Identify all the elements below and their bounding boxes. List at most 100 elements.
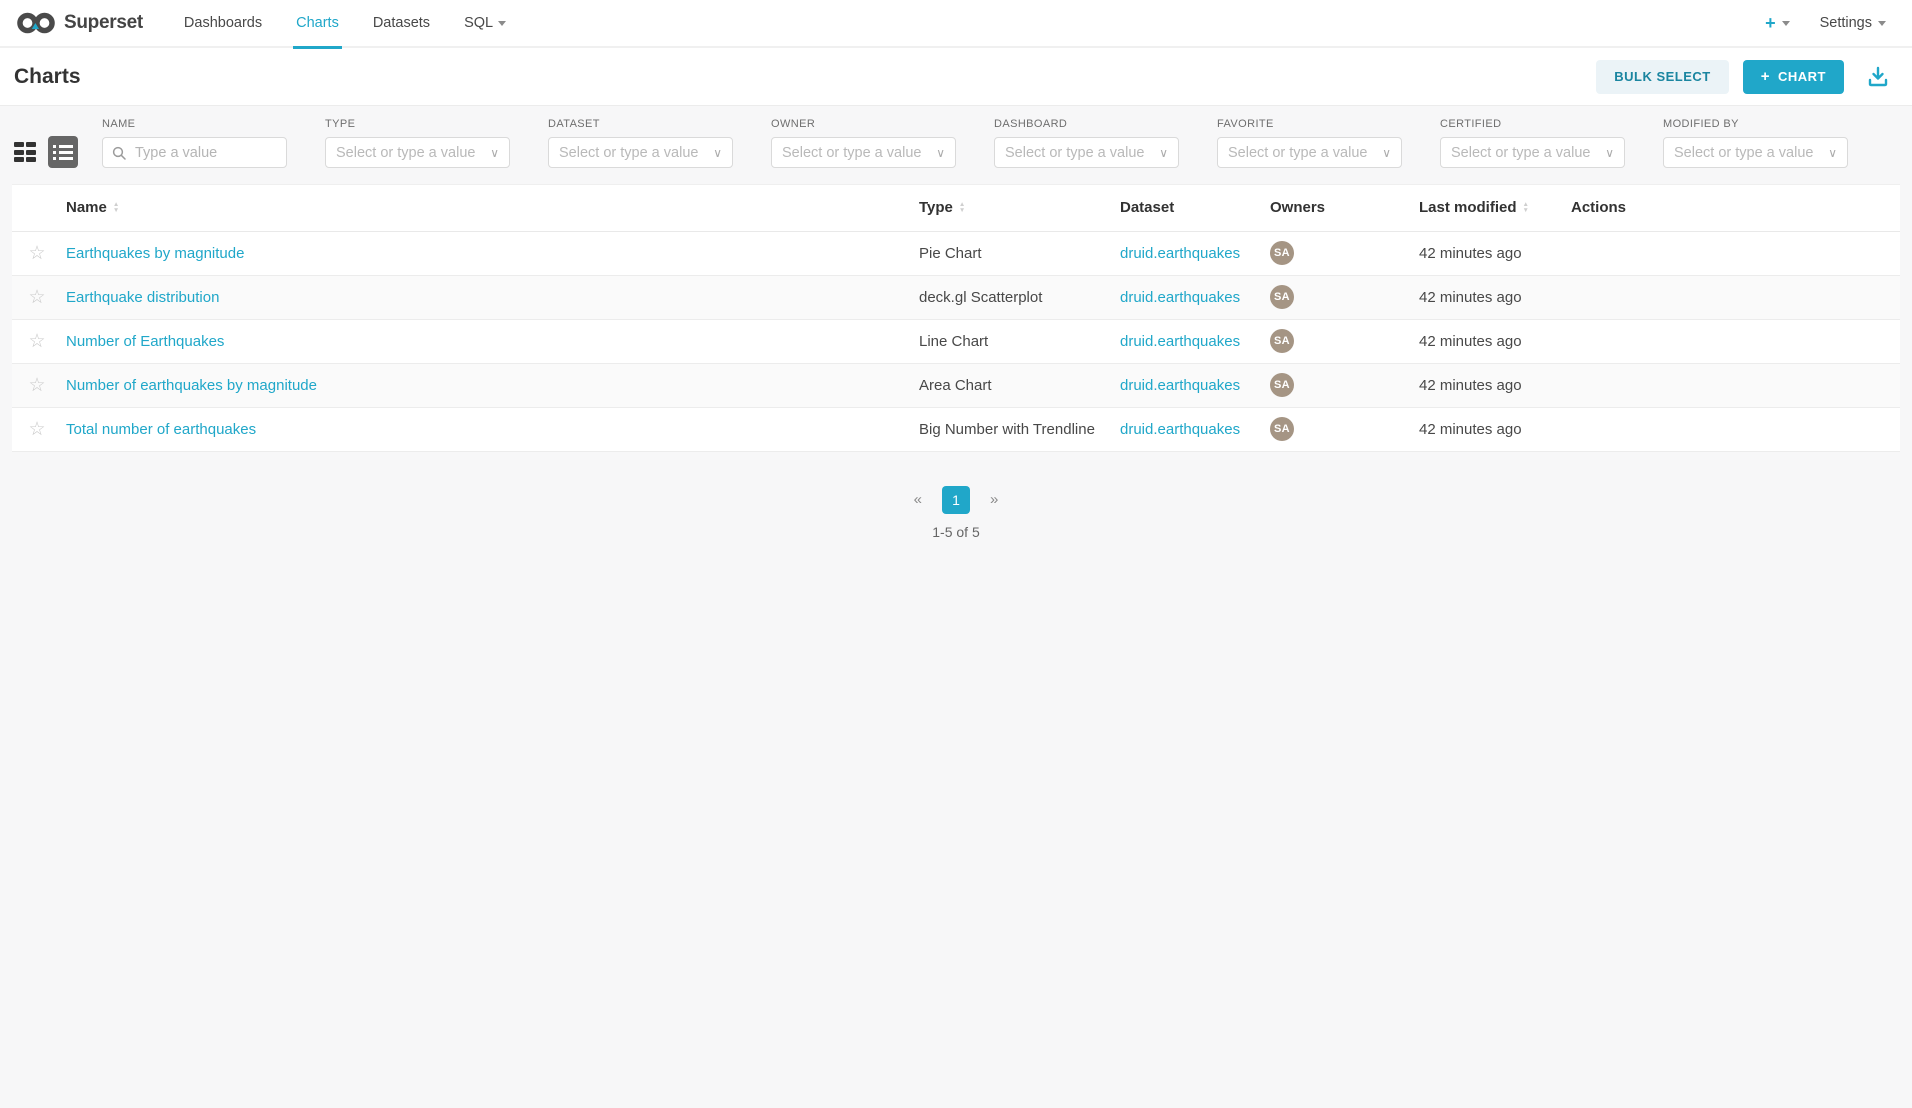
filter-label: OWNER bbox=[771, 118, 956, 130]
table-row: ☆ Number of Earthquakes Line Chart druid… bbox=[12, 319, 1900, 363]
filter-modified-by: MODIFIED BY Select or type a value ∨ bbox=[1663, 118, 1848, 168]
table-row: ☆ Number of earthquakes by magnitude Are… bbox=[12, 363, 1900, 407]
filter-name: NAME bbox=[102, 118, 287, 168]
chart-type-cell: deck.gl Scatterplot bbox=[915, 275, 1116, 319]
favorite-star-icon[interactable]: ☆ bbox=[28, 243, 45, 264]
card-view-toggle[interactable] bbox=[14, 142, 36, 162]
next-page-button[interactable]: » bbox=[984, 487, 1004, 512]
chevron-down-icon: ∨ bbox=[1159, 146, 1168, 160]
dataset-link[interactable]: druid.earthquakes bbox=[1120, 421, 1240, 438]
plus-icon: + bbox=[1761, 68, 1770, 85]
chart-name-link[interactable]: Number of Earthquakes bbox=[66, 333, 224, 350]
owner-avatar[interactable]: SA bbox=[1270, 373, 1294, 397]
chart-name-link[interactable]: Earthquakes by magnitude bbox=[66, 245, 244, 262]
chart-name-link[interactable]: Number of earthquakes by magnitude bbox=[66, 377, 317, 394]
chart-type-cell: Line Chart bbox=[915, 319, 1116, 363]
chevron-down-icon: ∨ bbox=[490, 146, 499, 160]
add-chart-button[interactable]: + CHART bbox=[1743, 60, 1844, 94]
last-modified-cell: 42 minutes ago bbox=[1415, 363, 1567, 407]
owner-avatar[interactable]: SA bbox=[1270, 329, 1294, 353]
actions-cell bbox=[1567, 363, 1900, 407]
actions-cell bbox=[1567, 319, 1900, 363]
nav-item-datasets[interactable]: Datasets bbox=[356, 0, 447, 47]
filter-label: DASHBOARD bbox=[994, 118, 1179, 130]
filter-owner: OWNER Select or type a value ∨ bbox=[771, 118, 956, 168]
dataset-link[interactable]: druid.earthquakes bbox=[1120, 245, 1240, 262]
dashboard-filter-select[interactable]: Select or type a value ∨ bbox=[994, 137, 1179, 168]
filter-label: NAME bbox=[102, 118, 287, 130]
favorite-filter-select[interactable]: Select or type a value ∨ bbox=[1217, 137, 1402, 168]
favorite-star-icon[interactable]: ☆ bbox=[28, 331, 45, 352]
sort-icon: ▲▼ bbox=[113, 202, 119, 213]
column-header-name[interactable]: Name ▲▼ bbox=[62, 185, 915, 231]
superset-logo[interactable]: Superset bbox=[16, 10, 143, 36]
page-number-button[interactable]: 1 bbox=[942, 486, 970, 514]
owner-avatar[interactable]: SA bbox=[1270, 285, 1294, 309]
nav-item-sql[interactable]: SQL bbox=[447, 0, 523, 47]
actions-cell bbox=[1567, 407, 1900, 451]
chevron-down-icon: ∨ bbox=[1828, 146, 1837, 160]
table-row: ☆ Earthquake distribution deck.gl Scatte… bbox=[12, 275, 1900, 319]
owner-filter-select[interactable]: Select or type a value ∨ bbox=[771, 137, 956, 168]
actions-cell bbox=[1567, 231, 1900, 275]
nav-item-dashboards[interactable]: Dashboards bbox=[167, 0, 279, 47]
column-header-last-modified[interactable]: Last modified ▲▼ bbox=[1415, 185, 1567, 231]
nav-menu: Dashboards Charts Datasets SQL bbox=[167, 0, 523, 47]
search-icon bbox=[112, 146, 126, 160]
filter-label: MODIFIED BY bbox=[1663, 118, 1848, 130]
column-header-dataset: Dataset bbox=[1116, 185, 1266, 231]
export-charts-button[interactable] bbox=[1866, 65, 1890, 89]
dataset-filter-select[interactable]: Select or type a value ∨ bbox=[548, 137, 733, 168]
dataset-link[interactable]: druid.earthquakes bbox=[1120, 377, 1240, 394]
list-view-toggle[interactable] bbox=[48, 136, 78, 168]
modified-by-filter-select[interactable]: Select or type a value ∨ bbox=[1663, 137, 1848, 168]
last-modified-cell: 42 minutes ago bbox=[1415, 319, 1567, 363]
caret-down-icon bbox=[498, 21, 506, 26]
settings-dropdown[interactable]: Settings bbox=[1820, 15, 1886, 31]
name-filter-input[interactable] bbox=[113, 145, 276, 161]
owner-avatar[interactable]: SA bbox=[1270, 241, 1294, 265]
filter-label: TYPE bbox=[325, 118, 510, 130]
chart-type-cell: Pie Chart bbox=[915, 231, 1116, 275]
chart-type-cell: Area Chart bbox=[915, 363, 1116, 407]
certified-filter-select[interactable]: Select or type a value ∨ bbox=[1440, 137, 1625, 168]
caret-down-icon bbox=[1782, 21, 1790, 26]
column-header-type[interactable]: Type ▲▼ bbox=[915, 185, 1116, 231]
download-tray-icon bbox=[1866, 65, 1890, 89]
view-mode-toggles bbox=[14, 136, 78, 168]
filter-dataset: DATASET Select or type a value ∨ bbox=[548, 118, 733, 168]
filter-favorite: FAVORITE Select or type a value ∨ bbox=[1217, 118, 1402, 168]
page-title: Charts bbox=[14, 65, 81, 89]
favorite-star-icon[interactable]: ☆ bbox=[28, 375, 45, 396]
sort-icon: ▲▼ bbox=[959, 202, 965, 213]
owner-avatar[interactable]: SA bbox=[1270, 417, 1294, 441]
filter-label: CERTIFIED bbox=[1440, 118, 1625, 130]
pagination-summary: 1-5 of 5 bbox=[0, 524, 1912, 540]
filter-type: TYPE Select or type a value ∨ bbox=[325, 118, 510, 168]
type-filter-select[interactable]: Select or type a value ∨ bbox=[325, 137, 510, 168]
pagination: « 1 » bbox=[0, 486, 1912, 514]
favorite-star-icon[interactable]: ☆ bbox=[28, 419, 45, 440]
nav-item-charts[interactable]: Charts bbox=[279, 0, 356, 47]
column-header-owners: Owners bbox=[1266, 185, 1415, 231]
last-modified-cell: 42 minutes ago bbox=[1415, 275, 1567, 319]
chart-type-cell: Big Number with Trendline bbox=[915, 407, 1116, 451]
favorite-star-icon[interactable]: ☆ bbox=[28, 287, 45, 308]
filter-certified: CERTIFIED Select or type a value ∨ bbox=[1440, 118, 1625, 168]
chevron-down-icon: ∨ bbox=[1605, 146, 1614, 160]
dataset-link[interactable]: druid.earthquakes bbox=[1120, 333, 1240, 350]
filter-label: DATASET bbox=[548, 118, 733, 130]
bulk-select-button[interactable]: BULK SELECT bbox=[1596, 60, 1729, 94]
plus-icon: + bbox=[1765, 14, 1776, 32]
last-modified-cell: 42 minutes ago bbox=[1415, 231, 1567, 275]
brand-name: Superset bbox=[64, 12, 143, 34]
new-item-dropdown[interactable]: + bbox=[1765, 14, 1790, 32]
chart-name-link[interactable]: Earthquake distribution bbox=[66, 289, 219, 306]
chevron-down-icon: ∨ bbox=[1382, 146, 1391, 160]
chart-name-link[interactable]: Total number of earthquakes bbox=[66, 421, 256, 438]
actions-cell bbox=[1567, 275, 1900, 319]
prev-page-button[interactable]: « bbox=[908, 487, 928, 512]
dataset-link[interactable]: druid.earthquakes bbox=[1120, 289, 1240, 306]
filter-label: FAVORITE bbox=[1217, 118, 1402, 130]
table-row: ☆ Earthquakes by magnitude Pie Chart dru… bbox=[12, 231, 1900, 275]
